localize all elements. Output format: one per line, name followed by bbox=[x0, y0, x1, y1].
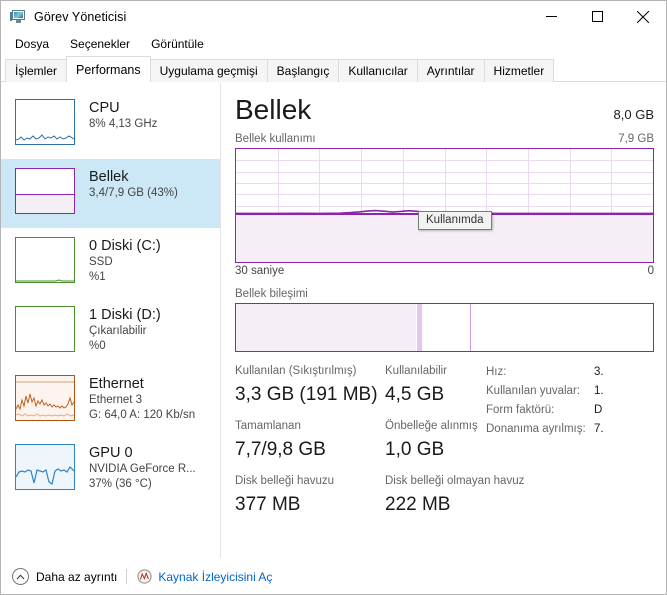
sidebar-item-sub2: G: 64,0 A: 120 Kb/sn bbox=[89, 409, 196, 421]
spec-value-formfactor: D bbox=[594, 404, 603, 416]
memory-composition-bar[interactable] bbox=[235, 303, 654, 352]
memory-detail-panel: Bellek 8,0 GB Bellek kullanımı 7,9 GB Ku… bbox=[221, 83, 666, 558]
sidebar-item-disk1[interactable]: 1 Diski (D:) Çıkarılabilir %0 bbox=[1, 297, 220, 366]
sidebar-item-label: 1 Diski (D:) bbox=[89, 307, 161, 323]
tab-baslangic[interactable]: Başlangıç bbox=[266, 59, 340, 82]
tab-performans[interactable]: Performans bbox=[66, 56, 151, 82]
footer-bar: Daha az ayrıntı Kaynak İzleyicisini Aç bbox=[1, 558, 666, 594]
memory-usage-line bbox=[236, 209, 653, 215]
spec-row-hardware-reserved: Donanıma ayrılmış: 7. bbox=[486, 420, 656, 439]
sidebar-item-sub1: SSD bbox=[89, 256, 113, 268]
spec-key-slots: Kullanılan yuvalar: bbox=[486, 385, 580, 397]
task-manager-window: Görev Yöneticisi Dosya Seçenekler Görünt… bbox=[0, 0, 667, 595]
memory-statistics: Kullanılan (Sıkıştırılmış) Kullanılabili… bbox=[235, 363, 654, 519]
stat-value-nonpaged-pool: 222 MB bbox=[385, 494, 451, 515]
close-button[interactable] bbox=[620, 1, 666, 32]
sidebar-item-cpu[interactable]: CPU 8% 4,13 GHz bbox=[1, 90, 220, 159]
spec-value-slots: 1. bbox=[594, 385, 604, 397]
sidebar-item-sub2: %0 bbox=[89, 340, 106, 352]
composition-label: Bellek bileşimi bbox=[235, 288, 308, 300]
stat-value-cached: 1,0 GB bbox=[385, 439, 445, 460]
sidebar-item-sub1: 3,4/7,9 GB (43%) bbox=[89, 187, 178, 199]
chevron-up-icon[interactable] bbox=[12, 568, 29, 585]
spec-row-speed: Hız: 3. bbox=[486, 363, 656, 382]
spec-row-formfactor: Form faktörü: D bbox=[486, 401, 656, 420]
ethernet-thumbnail-graph bbox=[15, 375, 75, 421]
resource-monitor-icon[interactable] bbox=[137, 569, 152, 584]
spec-key-speed: Hız: bbox=[486, 366, 507, 378]
open-resource-monitor-link[interactable]: Kaynak İzleyicisini Aç bbox=[158, 570, 272, 584]
sidebar-item-gpu0[interactable]: GPU 0 NVIDIA GeForce R... 37% (36 °C) bbox=[1, 435, 220, 504]
window-controls bbox=[528, 1, 666, 32]
tab-uygulama-gecmisi[interactable]: Uygulama geçmişi bbox=[149, 59, 268, 82]
sidebar-item-sub1: NVIDIA GeForce R... bbox=[89, 463, 196, 475]
sidebar-item-label: Bellek bbox=[89, 169, 129, 185]
composition-modified bbox=[417, 304, 422, 351]
menu-item-dosya[interactable]: Dosya bbox=[10, 35, 58, 54]
menu-bar: Dosya Seçenekler Görüntüle bbox=[1, 32, 666, 56]
axis-label-right: 0 bbox=[647, 265, 654, 277]
stat-key-committed: Tamamlanan bbox=[235, 420, 301, 432]
sidebar-item-label: CPU bbox=[89, 100, 120, 116]
spec-key-formfactor: Form faktörü: bbox=[486, 404, 555, 416]
minimize-button[interactable] bbox=[528, 1, 574, 32]
stats-row-3: Disk belleği havuzu Disk belleği olmayan… bbox=[235, 473, 654, 519]
spec-key-hardware-reserved: Donanıma ayrılmış: bbox=[486, 423, 586, 435]
footer-divider bbox=[126, 569, 128, 584]
composition-divider bbox=[470, 304, 472, 351]
total-memory: 8,0 GB bbox=[613, 107, 654, 122]
task-manager-icon bbox=[10, 9, 26, 25]
sidebar-item-disk0[interactable]: 0 Diski (C:) SSD %1 bbox=[1, 228, 220, 297]
page-title: Bellek bbox=[235, 94, 312, 125]
stat-value-committed: 7,7/9,8 GB bbox=[235, 439, 326, 460]
stat-value-paged-pool: 377 MB bbox=[235, 494, 301, 515]
sidebar-item-label: 0 Diski (C:) bbox=[89, 238, 161, 254]
graph-tooltip: Kullanımda bbox=[418, 211, 492, 230]
panel-header: Bellek 8,0 GB bbox=[235, 93, 654, 127]
stat-key-paged-pool: Disk belleği havuzu bbox=[235, 475, 335, 487]
axis-label-left: 30 saniye bbox=[235, 265, 285, 277]
memory-specs: Hız: 3. Kullanılan yuvalar: 1. Form fakt… bbox=[486, 363, 656, 439]
spec-row-slots: Kullanılan yuvalar: 1. bbox=[486, 382, 656, 401]
sidebar-item-label: Ethernet bbox=[89, 376, 144, 392]
sidebar-item-sub1: Ethernet 3 bbox=[89, 394, 143, 406]
tab-islemler[interactable]: İşlemler bbox=[5, 59, 68, 82]
sidebar-item-bellek[interactable]: Bellek 3,4/7,9 GB (43%) bbox=[1, 159, 220, 228]
stat-key-used: Kullanılan (Sıkıştırılmış) bbox=[235, 365, 357, 377]
sidebar-item-sub2: %1 bbox=[89, 271, 106, 283]
cpu-thumbnail-graph bbox=[15, 99, 75, 145]
sidebar-item-sub1: Çıkarılabilir bbox=[89, 325, 147, 337]
sidebar-item-sub2: 37% (36 °C) bbox=[89, 478, 152, 490]
title-bar: Görev Yöneticisi bbox=[1, 1, 666, 32]
menu-item-secenekler[interactable]: Seçenekler bbox=[65, 35, 139, 54]
sidebar-item-ethernet[interactable]: Ethernet Ethernet 3 G: 64,0 A: 120 Kb/sn bbox=[1, 366, 220, 435]
graph-max-value: 7,9 GB bbox=[618, 133, 654, 145]
gpu-thumbnail-graph bbox=[15, 444, 75, 490]
spec-value-speed: 3. bbox=[594, 366, 604, 378]
composition-in-use bbox=[236, 304, 417, 351]
content-area: CPU 8% 4,13 GHz Bellek 3,4/7,9 GB (43%) bbox=[1, 82, 666, 558]
tab-kullanicilar[interactable]: Kullanıcılar bbox=[338, 59, 418, 82]
stat-value-used: 3,3 GB (191 MB) bbox=[235, 384, 378, 405]
disk1-thumbnail-graph bbox=[15, 306, 75, 352]
graph-axis: 30 saniye 0 bbox=[235, 265, 654, 277]
maximize-button[interactable] bbox=[574, 1, 620, 32]
disk0-thumbnail-graph bbox=[15, 237, 75, 283]
sidebar-item-sub1: 8% 4,13 GHz bbox=[89, 118, 158, 130]
tab-ayrintilar[interactable]: Ayrıntılar bbox=[416, 59, 485, 82]
tab-hizmetler[interactable]: Hizmetler bbox=[483, 59, 555, 82]
less-details-button[interactable]: Daha az ayrıntı bbox=[36, 570, 117, 584]
tab-strip: İşlemler Performans Uygulama geçmişi Baş… bbox=[1, 56, 666, 82]
memory-thumbnail-graph bbox=[15, 168, 75, 214]
graph-header: Bellek kullanımı 7,9 GB bbox=[235, 133, 654, 145]
performance-sidebar: CPU 8% 4,13 GHz Bellek 3,4/7,9 GB (43%) bbox=[1, 83, 221, 558]
window-title: Görev Yöneticisi bbox=[34, 9, 127, 24]
memory-usage-graph[interactable]: Kullanımda bbox=[235, 148, 654, 263]
stat-key-nonpaged-pool: Disk belleği olmayan havuz bbox=[385, 475, 525, 487]
sidebar-item-label: GPU 0 bbox=[89, 445, 133, 461]
spec-value-hardware-reserved: 7. bbox=[594, 423, 604, 435]
menu-item-goruntule[interactable]: Görüntüle bbox=[146, 35, 213, 54]
graph-label: Bellek kullanımı bbox=[235, 133, 316, 145]
